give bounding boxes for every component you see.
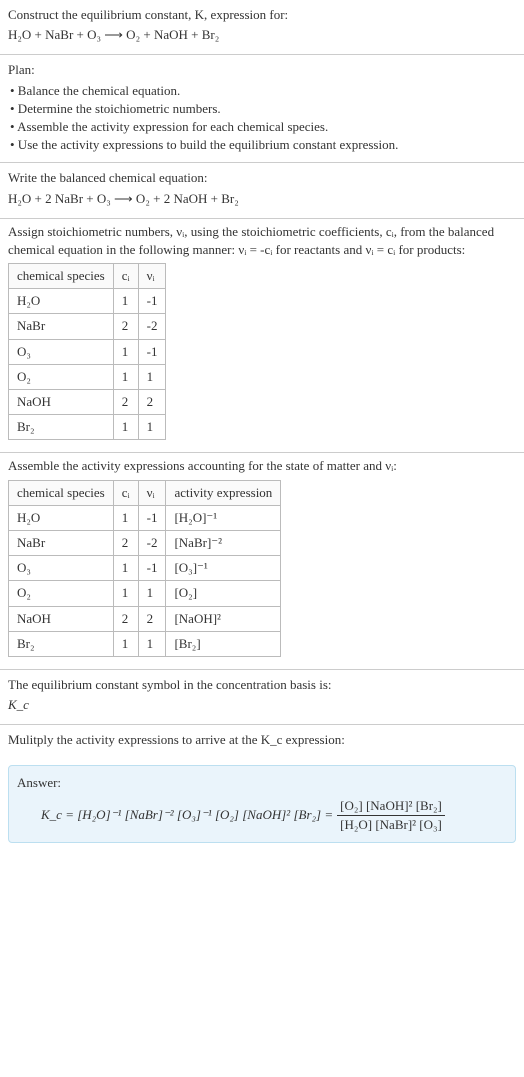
section-plan: Plan: • Balance the chemical equation. •…: [0, 55, 524, 162]
cell-ci: 2: [113, 314, 138, 339]
cell-activity: [O₃]⁻¹: [166, 556, 281, 581]
answer-label: Answer:: [17, 774, 507, 792]
cell-species: H₂O: [9, 505, 114, 530]
cell-ci: 1: [113, 289, 138, 314]
cell-ci: 1: [113, 415, 138, 440]
table-row: O₂11[O₂]: [9, 581, 281, 606]
cell-vi: 1: [138, 581, 166, 606]
col-species: chemical species: [9, 264, 114, 289]
table-row: NaOH22[NaOH]²: [9, 606, 281, 631]
cell-activity: [NaBr]⁻²: [166, 530, 281, 555]
cell-ci: 1: [113, 505, 138, 530]
cell-species: H₂O: [9, 289, 114, 314]
cell-vi: 1: [138, 631, 166, 656]
table-row: O₃1-1[O₃]⁻¹: [9, 556, 281, 581]
plan-title: Plan:: [8, 61, 516, 79]
table-row: NaBr2-2[NaBr]⁻²: [9, 530, 281, 555]
table-row: NaOH22: [9, 390, 166, 415]
kc-numerator: [O₂] [NaOH]² [Br₂]: [337, 797, 445, 816]
col-species: chemical species: [9, 480, 114, 505]
section-balanced: Write the balanced chemical equation: H₂…: [0, 163, 524, 217]
section-symbol: The equilibrium constant symbol in the c…: [0, 670, 524, 724]
table-row: H₂O1-1[H₂O]⁻¹: [9, 505, 281, 530]
table-row: Br₂11: [9, 415, 166, 440]
section-multiply: Mulitply the activity expressions to arr…: [0, 725, 524, 759]
cell-species: NaBr: [9, 530, 114, 555]
cell-vi: -1: [138, 339, 166, 364]
section-prompt: Construct the equilibrium constant, K, e…: [0, 0, 524, 54]
cell-vi: -1: [138, 556, 166, 581]
cell-vi: 2: [138, 606, 166, 631]
plan-bullet-3: • Assemble the activity expression for e…: [10, 118, 516, 136]
activity-intro: Assemble the activity expressions accoun…: [8, 457, 516, 475]
symbol-kc: K_c: [8, 696, 516, 714]
cell-vi: -2: [138, 530, 166, 555]
cell-ci: 2: [113, 606, 138, 631]
col-vi: νᵢ: [138, 480, 166, 505]
cell-ci: 2: [113, 530, 138, 555]
col-ci: cᵢ: [113, 480, 138, 505]
col-activity: activity expression: [166, 480, 281, 505]
cell-vi: 1: [138, 415, 166, 440]
cell-species: Br₂: [9, 415, 114, 440]
cell-species: O₂: [9, 581, 114, 606]
table-row: Br₂11[Br₂]: [9, 631, 281, 656]
cell-species: Br₂: [9, 631, 114, 656]
answer-box: Answer: K_c = [H₂O]⁻¹ [NaBr]⁻² [O₃]⁻¹ [O…: [8, 765, 516, 843]
cell-activity: [Br₂]: [166, 631, 281, 656]
cell-ci: 1: [113, 581, 138, 606]
balanced-equation: H₂O + 2 NaBr + O₃ ⟶ O₂ + 2 NaOH + Br₂: [8, 190, 516, 208]
table-header-row: chemical species cᵢ νᵢ activity expressi…: [9, 480, 281, 505]
plan-bullet-1: • Balance the chemical equation.: [10, 82, 516, 100]
cell-ci: 1: [113, 556, 138, 581]
stoich-table: chemical species cᵢ νᵢ H₂O1-1 NaBr2-2 O₃…: [8, 263, 166, 440]
table-row: NaBr2-2: [9, 314, 166, 339]
cell-activity: [NaOH]²: [166, 606, 281, 631]
col-ci: cᵢ: [113, 264, 138, 289]
cell-ci: 1: [113, 339, 138, 364]
plan-bullet-4: • Use the activity expressions to build …: [10, 136, 516, 154]
col-vi: νᵢ: [138, 264, 166, 289]
prompt-equation: H₂O + NaBr + O₃ ⟶ O₂ + NaOH + Br₂: [8, 26, 516, 44]
kc-expression: K_c = [H₂O]⁻¹ [NaBr]⁻² [O₃]⁻¹ [O₂] [NaOH…: [41, 797, 507, 834]
cell-ci: 1: [113, 364, 138, 389]
cell-vi: 1: [138, 364, 166, 389]
cell-ci: 2: [113, 390, 138, 415]
cell-vi: -2: [138, 314, 166, 339]
cell-species: NaOH: [9, 390, 114, 415]
cell-vi: -1: [138, 505, 166, 530]
prompt-line1: Construct the equilibrium constant, K, e…: [8, 6, 516, 24]
cell-species: O₃: [9, 339, 114, 364]
kc-lead: K_c = [H₂O]⁻¹ [NaBr]⁻² [O₃]⁻¹ [O₂] [NaOH…: [41, 806, 333, 824]
table-header-row: chemical species cᵢ νᵢ: [9, 264, 166, 289]
kc-denominator: [H₂O] [NaBr]² [O₃]: [337, 816, 445, 834]
cell-species: NaBr: [9, 314, 114, 339]
section-stoich: Assign stoichiometric numbers, νᵢ, using…: [0, 219, 524, 453]
stoich-intro: Assign stoichiometric numbers, νᵢ, using…: [8, 223, 516, 259]
cell-vi: -1: [138, 289, 166, 314]
cell-species: O₂: [9, 364, 114, 389]
cell-species: O₃: [9, 556, 114, 581]
plan-bullet-2: • Determine the stoichiometric numbers.: [10, 100, 516, 118]
balanced-title: Write the balanced chemical equation:: [8, 169, 516, 187]
table-row: O₃1-1: [9, 339, 166, 364]
cell-species: NaOH: [9, 606, 114, 631]
cell-ci: 1: [113, 631, 138, 656]
activity-table: chemical species cᵢ νᵢ activity expressi…: [8, 480, 281, 657]
cell-activity: [O₂]: [166, 581, 281, 606]
table-row: H₂O1-1: [9, 289, 166, 314]
table-row: O₂11: [9, 364, 166, 389]
section-activity: Assemble the activity expressions accoun…: [0, 453, 524, 669]
symbol-line1: The equilibrium constant symbol in the c…: [8, 676, 516, 694]
cell-vi: 2: [138, 390, 166, 415]
kc-fraction: [O₂] [NaOH]² [Br₂] [H₂O] [NaBr]² [O₃]: [337, 797, 445, 834]
cell-activity: [H₂O]⁻¹: [166, 505, 281, 530]
multiply-line: Mulitply the activity expressions to arr…: [8, 731, 516, 749]
